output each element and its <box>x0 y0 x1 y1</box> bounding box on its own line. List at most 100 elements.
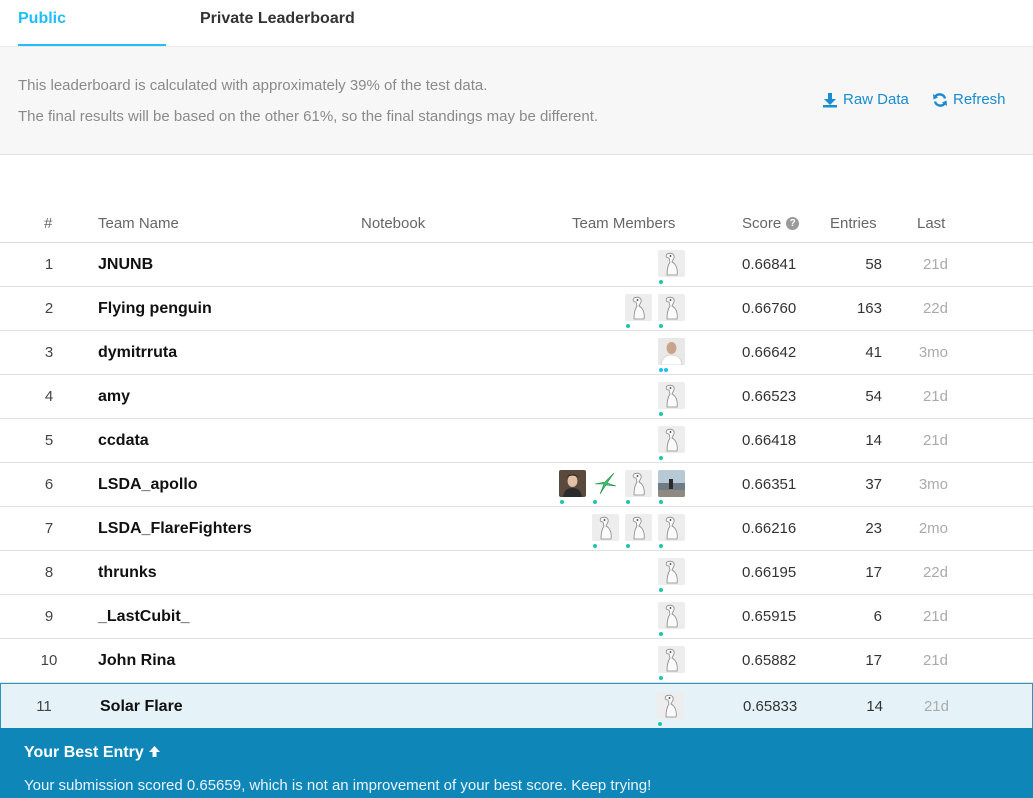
status-dot <box>658 722 662 726</box>
best-entry-title[interactable]: Your Best Entry <box>24 744 161 762</box>
tab-private-leaderboard[interactable]: Private Leaderboard <box>200 0 360 46</box>
member-avatar[interactable] <box>658 470 685 504</box>
team-name-link[interactable]: LSDA_FlareFighters <box>98 507 252 551</box>
status-dot <box>659 280 663 284</box>
team-name-link[interactable]: amy <box>98 375 130 419</box>
member-avatar[interactable] <box>658 602 685 636</box>
avatar-goose-icon <box>658 250 685 277</box>
team-name-link[interactable]: LSDA_apollo <box>98 463 198 507</box>
team-members <box>559 470 685 504</box>
header-notebook: Notebook <box>361 215 426 232</box>
entries-cell: 14 <box>866 698 883 715</box>
table-row[interactable]: 1 JNUNB 0.66841 58 21d <box>0 243 1033 287</box>
score-cell: 0.66216 <box>742 520 797 537</box>
team-members <box>658 338 685 372</box>
rank-cell: 3 <box>44 344 54 361</box>
member-avatar[interactable] <box>658 250 685 284</box>
status-dot <box>659 544 663 548</box>
table-row-own-team[interactable]: 11 Solar Flare 0.65833 14 21d <box>0 683 1033 729</box>
status-dot <box>593 500 597 504</box>
status-dot <box>659 368 663 372</box>
member-avatar[interactable] <box>658 426 685 460</box>
table-row[interactable]: 10 John Rina 0.65882 17 21d <box>0 639 1033 683</box>
avatar-goose-icon <box>657 692 684 719</box>
download-icon <box>823 92 837 107</box>
avatar-goose-icon <box>658 294 685 321</box>
avatar-goose-icon <box>658 602 685 629</box>
score-cell: 0.65882 <box>742 652 797 669</box>
member-avatar[interactable] <box>625 470 652 504</box>
entries-cell: 6 <box>873 608 882 625</box>
team-name-link[interactable]: Solar Flare <box>100 684 183 730</box>
rank-cell: 11 <box>36 698 52 715</box>
avatar-goose-icon <box>625 470 652 497</box>
score-cell: 0.66642 <box>742 344 797 361</box>
team-name-link[interactable]: ccdata <box>98 419 149 463</box>
table-row[interactable]: 4 amy 0.66523 54 21d <box>0 375 1033 419</box>
rank-cell: 5 <box>44 432 54 449</box>
team-members <box>658 250 685 284</box>
header-rank[interactable]: # <box>44 215 52 232</box>
last-submission-cell: 21d <box>923 698 949 715</box>
team-name-link[interactable]: thrunks <box>98 551 157 595</box>
member-avatar[interactable] <box>592 470 619 504</box>
member-avatar[interactable] <box>658 338 685 372</box>
best-entry-banner: Your Best Entry Your submission scored 0… <box>0 728 1033 798</box>
table-row[interactable]: 3 dymitrruta 0.66642 41 3mo <box>0 331 1033 375</box>
table-row[interactable]: 7 LSDA_FlareFighters 0.66216 23 2mo <box>0 507 1033 551</box>
raw-data-link[interactable]: Raw Data <box>822 91 909 108</box>
member-avatar[interactable] <box>658 646 685 680</box>
member-avatar[interactable] <box>625 294 652 328</box>
entries-cell: 17 <box>865 564 882 581</box>
leaderboard-tabs: Public Leaderboard Private Leaderboard <box>0 0 1033 65</box>
entries-cell: 41 <box>865 344 882 361</box>
rank-cell: 8 <box>44 564 54 581</box>
status-dot <box>659 456 663 460</box>
member-avatar[interactable] <box>658 558 685 592</box>
rank-cell: 7 <box>44 520 54 537</box>
status-dot <box>626 500 630 504</box>
header-last[interactable]: Last <box>917 215 945 232</box>
info-text-line2: The final results will be based on the o… <box>18 108 599 125</box>
refresh-label: Refresh <box>953 91 1006 108</box>
header-team-name[interactable]: Team Name <box>98 215 179 232</box>
avatar-landscape-icon <box>658 470 685 497</box>
member-avatar[interactable] <box>658 514 685 548</box>
entries-cell: 37 <box>865 476 882 493</box>
member-avatar[interactable] <box>559 470 586 504</box>
status-dot <box>659 632 663 636</box>
table-row[interactable]: 5 ccdata 0.66418 14 21d <box>0 419 1033 463</box>
tab-public-leaderboard[interactable]: Public Leaderboard <box>18 0 166 65</box>
table-header: # Team Name Notebook Team Members Score … <box>0 213 1033 243</box>
member-avatar[interactable] <box>658 294 685 328</box>
header-score[interactable]: Score ? <box>742 215 800 232</box>
team-members <box>658 558 685 592</box>
last-submission-cell: 3mo <box>918 476 948 493</box>
entries-cell: 58 <box>865 256 882 273</box>
rank-cell: 4 <box>44 388 54 405</box>
team-members <box>658 602 685 636</box>
last-submission-cell: 22d <box>922 300 948 317</box>
table-row[interactable]: 8 thrunks 0.66195 17 22d <box>0 551 1033 595</box>
team-name-link[interactable]: John Rina <box>98 639 175 683</box>
header-entries[interactable]: Entries <box>830 215 877 232</box>
refresh-link[interactable]: Refresh <box>932 91 1006 108</box>
team-name-link[interactable]: JNUNB <box>98 243 153 287</box>
member-avatar[interactable] <box>657 692 684 726</box>
table-row[interactable]: 2 Flying penguin 0.66760 163 22d <box>0 287 1033 331</box>
member-avatar[interactable] <box>592 514 619 548</box>
team-name-link[interactable]: dymitrruta <box>98 331 177 375</box>
team-members <box>625 294 685 328</box>
team-members <box>592 514 685 548</box>
member-avatar[interactable] <box>658 382 685 416</box>
table-row[interactable]: 6 LSDA_apollo 0.66351 37 3mo <box>0 463 1033 507</box>
leaderboard-rows: 1 JNUNB 0.66841 58 21d 2 Flying penguin 0.66760… <box>0 243 1033 729</box>
avatar-goose-icon <box>625 294 652 321</box>
team-name-link[interactable]: _LastCubit_ <box>98 595 190 639</box>
member-avatar[interactable] <box>625 514 652 548</box>
table-row[interactable]: 9 _LastCubit_ 0.65915 6 21d <box>0 595 1033 639</box>
rank-cell: 10 <box>40 652 58 669</box>
help-icon[interactable]: ? <box>786 217 800 230</box>
team-name-link[interactable]: Flying penguin <box>98 287 212 331</box>
status-dot <box>659 588 663 592</box>
